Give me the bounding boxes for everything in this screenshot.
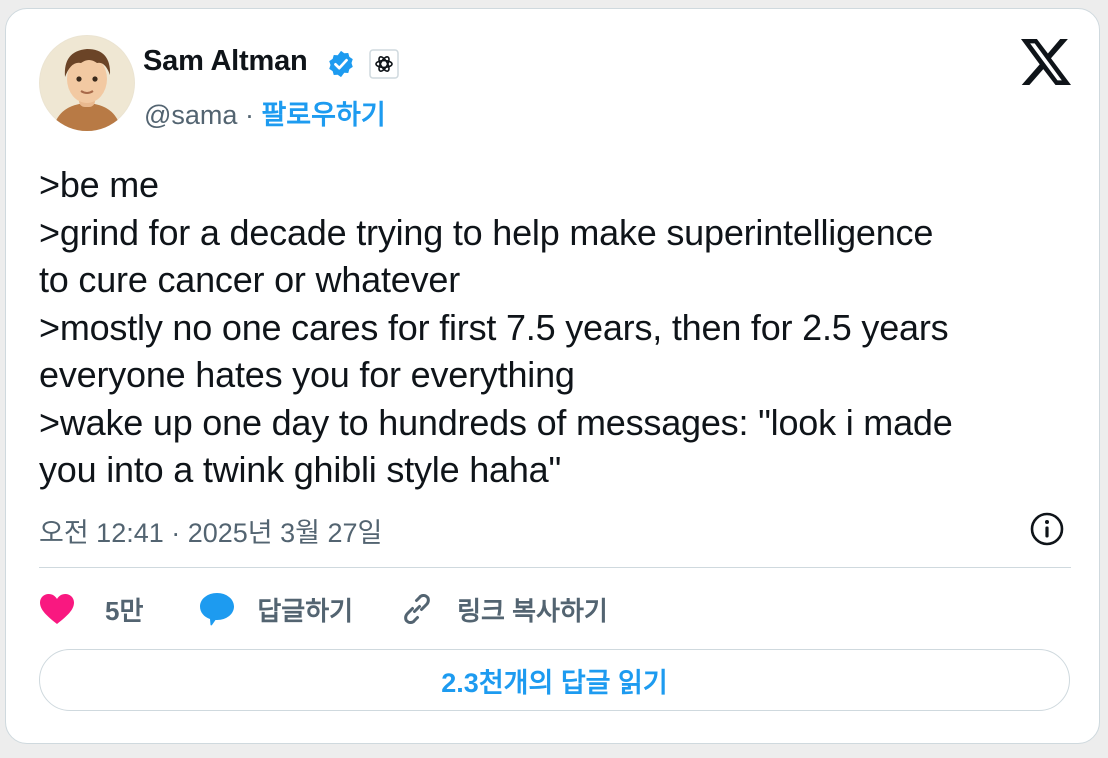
separator: ·	[244, 100, 254, 130]
tweet-line: >be me	[39, 164, 159, 205]
divider	[39, 567, 1071, 568]
like-button[interactable]: 5만	[39, 591, 143, 628]
tweet-line: >grind for a decade trying to help make …	[39, 211, 934, 253]
tweet-line: >mostly no one cares for first 7.5 years…	[39, 306, 949, 348]
openai-logo-icon[interactable]	[369, 49, 399, 79]
read-replies-button[interactable]: 2.3천개의 답글 읽기	[39, 649, 1070, 711]
copy-link-label: 링크 복사하기	[457, 595, 608, 626]
heart-icon	[40, 594, 74, 624]
x-logo-icon[interactable]	[1021, 39, 1071, 85]
tweet-line: to cure cancer or whatever	[39, 259, 460, 300]
tweet-card: Sam Altman @sama · 팔로우하기 >be me >grind f…	[5, 8, 1100, 744]
timestamp[interactable]: 오전 12:41 · 2025년 3월 27일	[39, 511, 382, 550]
tweet-line: >wake up one day to hundreds of messages…	[39, 401, 953, 443]
verified-badge-icon	[326, 49, 356, 79]
handle-row: @sama · 팔로우하기	[144, 93, 386, 132]
follow-button[interactable]: 팔로우하기	[261, 100, 385, 130]
like-count: 5만	[105, 595, 144, 626]
author-handle[interactable]: @sama	[144, 100, 237, 130]
tweet-line: everyone hates you for everything	[39, 354, 575, 395]
avatar[interactable]	[39, 35, 135, 131]
info-icon[interactable]	[1029, 511, 1065, 547]
reply-label: 답글하기	[257, 595, 354, 626]
action-bar: 5만 답글하기 링크 복사하기	[39, 587, 608, 631]
copy-link-button[interactable]: 링크 복사하기	[399, 591, 608, 628]
author-name[interactable]: Sam Altman	[143, 45, 308, 78]
link-icon	[404, 593, 430, 625]
speech-bubble-icon	[200, 593, 235, 626]
tweet-text: >be me >grind for a decade trying to hel…	[39, 161, 1079, 494]
tweet-line: you into a twink ghibli style haha"	[39, 449, 562, 490]
reply-button[interactable]: 답글하기	[199, 591, 353, 628]
